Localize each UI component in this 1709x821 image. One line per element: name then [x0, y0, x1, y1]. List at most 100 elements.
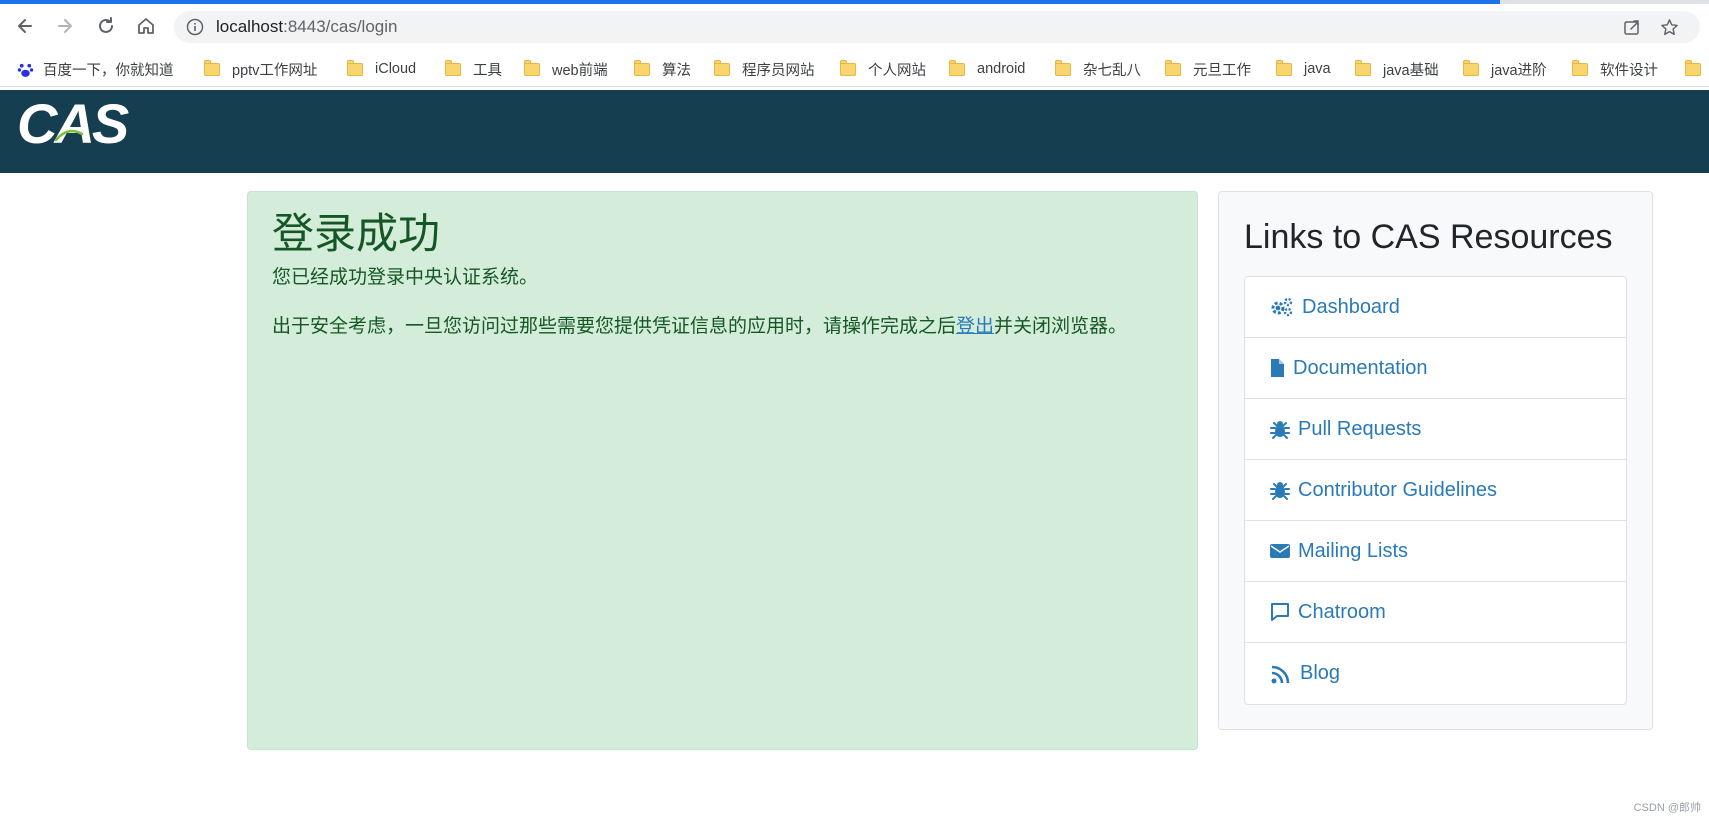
bookmark-label: 软件设计 [1600, 62, 1658, 79]
folder-icon [1685, 59, 1701, 76]
resource-link-mailing-lists[interactable]: Mailing Lists [1245, 521, 1626, 582]
bookmark-folder[interactable]: android [949, 59, 1025, 79]
home-button[interactable] [130, 10, 162, 42]
bookmark-label: pptv工作网址 [232, 62, 318, 79]
bookmark-folder[interactable]: java基础 [1355, 59, 1439, 79]
bookmark-item[interactable]: 百度一下，你就知道 [17, 59, 174, 79]
resource-link-label: Contributor Guidelines [1298, 478, 1497, 501]
resource-link-chatroom[interactable]: Chatroom [1245, 582, 1626, 643]
cogs-icon [1271, 297, 1293, 317]
bookmark-label: iCloud [375, 61, 417, 77]
bookmark-folder[interactable]: 个人网站 [840, 59, 926, 79]
bookmark-folder[interactable]: iCloud [347, 59, 416, 79]
bookmark-folder[interactable]: 程序员网站 [714, 59, 815, 79]
folder-icon [840, 59, 856, 76]
bookmark-folder[interactable]: 工具 [445, 59, 502, 79]
bookmarks-bar: 百度一下，你就知道 pptv工作网址 iCloud 工具 web前端 算法 程序… [0, 52, 1709, 87]
share-icon [1624, 20, 1639, 35]
arrow-right-icon [58, 19, 72, 33]
success-message: 您已经成功登录中央认证系统。 [272, 266, 539, 289]
cas-header: CAS [0, 90, 1709, 173]
resources-list: Dashboard Documentation Pull Requests Co… [1244, 276, 1627, 705]
folder-icon [204, 59, 220, 76]
bookmark-star-button[interactable] [1658, 16, 1680, 38]
bookmark-folder[interactable]: java进阶 [1463, 59, 1547, 79]
reload-button[interactable] [90, 10, 122, 42]
resource-link-pull-requests[interactable]: Pull Requests [1245, 399, 1626, 460]
forward-button[interactable] [49, 10, 81, 42]
cas-resources-card: Links to CAS Resources Dashboard Documen… [1218, 191, 1653, 730]
bookmark-folder[interactable]: 软件设计 [1572, 59, 1658, 79]
folder-icon [1355, 59, 1371, 76]
folder-icon [445, 59, 461, 76]
security-notice: 出于安全考虑，一旦您访问过那些需要您提供凭证信息的应用时，请操作完成之后登出并关… [272, 313, 1173, 340]
logo-swoosh-icon [54, 129, 84, 142]
resources-title: Links to CAS Resources [1244, 218, 1613, 256]
rss-icon [1271, 665, 1290, 683]
file-icon [1271, 359, 1284, 377]
resource-link-dashboard[interactable]: Dashboard [1245, 277, 1626, 338]
bookmark-label: 程序员网站 [742, 62, 815, 79]
bookmark-overflow[interactable] [1685, 59, 1709, 79]
url-path: :8443/cas/login [283, 17, 398, 36]
bookmark-folder[interactable]: java [1276, 59, 1331, 79]
bookmark-label: 个人网站 [868, 62, 926, 79]
info-icon[interactable] [186, 18, 204, 36]
home-icon [138, 18, 154, 34]
resource-link-documentation[interactable]: Documentation [1245, 338, 1626, 399]
bookmark-label: 工具 [473, 62, 502, 79]
bookmark-label: 元旦工作 [1193, 62, 1251, 79]
bookmark-folder[interactable]: pptv工作网址 [204, 59, 317, 79]
resource-link-label: Mailing Lists [1298, 539, 1409, 562]
folder-icon [1276, 59, 1292, 76]
bookmark-label: 百度一下，你就知道 [43, 62, 174, 79]
folder-icon [634, 59, 650, 76]
resource-link-label: Blog [1300, 662, 1341, 684]
resource-link-contributor-guidelines[interactable]: Contributor Guidelines [1245, 460, 1626, 521]
bug-icon [1270, 482, 1290, 500]
folder-icon [1055, 59, 1071, 76]
reload-icon [99, 17, 113, 33]
cas-logo[interactable]: CAS [17, 96, 129, 152]
comment-icon [1271, 603, 1289, 621]
url-host: localhost [216, 17, 284, 36]
bookmark-label: 算法 [662, 62, 691, 79]
success-title: 登录成功 [272, 209, 441, 258]
bookmark-label: java [1304, 61, 1331, 77]
resource-link-label: Pull Requests [1298, 417, 1422, 440]
login-success-panel: 登录成功 您已经成功登录中央认证系统。 出于安全考虑，一旦您访问过那些需要您提供… [247, 191, 1198, 750]
bookmark-folder[interactable]: 元旦工作 [1165, 59, 1251, 79]
bug-icon [1270, 421, 1290, 439]
folder-icon [1463, 59, 1479, 76]
bookmark-label: java进阶 [1491, 62, 1547, 79]
watermark-credit: CSDN @郎帅 [1633, 802, 1701, 814]
resource-link-blog[interactable]: Blog [1245, 643, 1626, 704]
security-notice-text: 出于安全考虑，一旦您访问过那些需要您提供凭证信息的应用时，请操作完成之后 [272, 314, 957, 337]
browser-toolbar: localhost:8443/cas/login [0, 4, 1709, 48]
share-button[interactable] [1621, 16, 1643, 38]
resource-link-label: Dashboard [1302, 295, 1400, 318]
folder-icon [1165, 59, 1181, 76]
bookmark-folder[interactable]: web前端 [524, 59, 608, 79]
baidu-paw-icon [17, 63, 34, 77]
arrow-left-icon [18, 19, 32, 33]
address-bar[interactable]: localhost:8443/cas/login [174, 11, 1700, 43]
bookmark-label: 杂七乱八 [1083, 62, 1141, 79]
resource-link-label: Chatroom [1298, 600, 1386, 623]
folder-icon [714, 59, 730, 76]
security-notice-tail: 并关闭浏览器。 [994, 314, 1128, 337]
bookmark-label: java基础 [1383, 62, 1439, 79]
folder-icon [347, 59, 363, 76]
bookmark-folder[interactable]: 杂七乱八 [1055, 59, 1141, 79]
bookmark-label: web前端 [552, 62, 608, 79]
logout-link[interactable]: 登出 [956, 315, 994, 337]
envelope-icon [1270, 544, 1290, 558]
bookmark-folder[interactable]: 算法 [634, 59, 691, 79]
resource-link-label: Documentation [1293, 356, 1428, 379]
folder-icon [524, 59, 540, 76]
bookmark-label: android [977, 61, 1026, 77]
url-text[interactable]: localhost:8443/cas/login [216, 17, 397, 37]
folder-icon [1572, 59, 1588, 76]
back-button[interactable] [9, 10, 41, 42]
star-icon [1660, 18, 1678, 35]
